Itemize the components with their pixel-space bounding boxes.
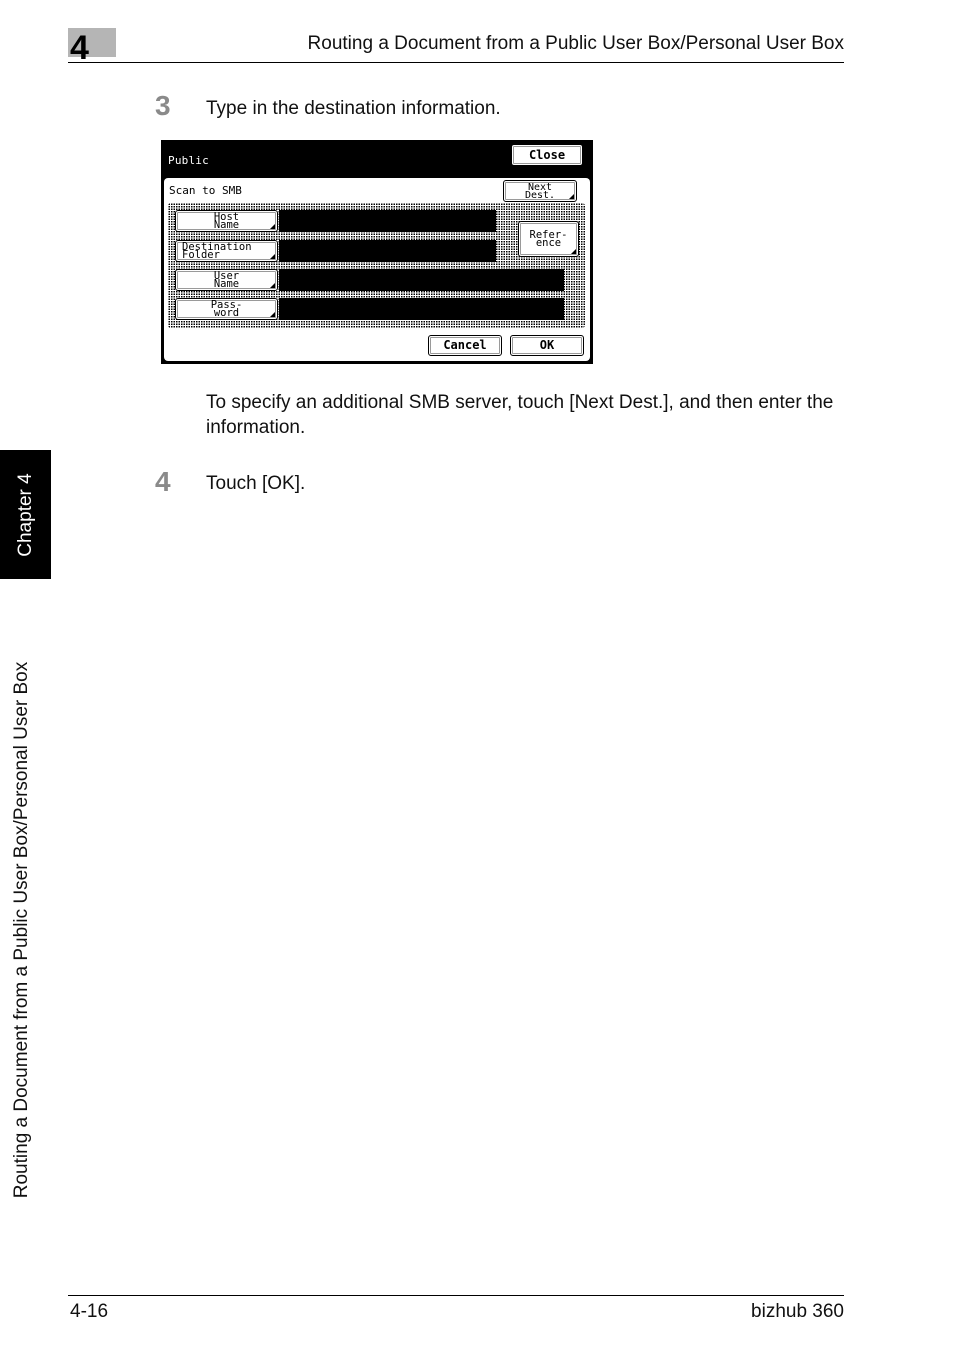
footer-divider [68, 1295, 844, 1296]
next-dest-button[interactable]: Next Dest. [503, 180, 577, 202]
page-header-title: Routing a Document from a Public User Bo… [307, 33, 844, 54]
close-button[interactable]: Close [511, 144, 583, 166]
message-line: Public [168, 154, 209, 168]
panel-body: Scan to SMB Next Dest. Host Name Destina… [164, 178, 590, 361]
host-name-field[interactable] [279, 210, 496, 232]
button-label-line: Name [213, 277, 240, 290]
corner-arrow-icon [571, 249, 576, 254]
step-number: 3 [155, 90, 171, 121]
section-label: Scan to SMB [169, 184, 242, 197]
password-field[interactable] [279, 298, 564, 320]
button-label-line: word [213, 306, 240, 319]
corner-arrow-icon [270, 254, 275, 259]
corner-arrow-icon [270, 312, 275, 317]
corner-arrow-icon [569, 194, 574, 199]
chapter-side-tab: Chapter 4 [0, 450, 51, 579]
password-button[interactable]: Pass- word [175, 298, 278, 320]
product-name: bizhub 360 [751, 1301, 844, 1322]
step-instruction: Touch [OK]. [206, 473, 306, 494]
button-label-line: Name [213, 218, 240, 231]
destination-fields-area: Host Name Destination Folder User Name P… [168, 203, 585, 328]
note-paragraph: To specify an additional SMB server, tou… [206, 392, 834, 438]
ok-button[interactable]: OK [510, 335, 584, 356]
reference-button[interactable]: Refer- ence [518, 221, 579, 257]
step-instruction: Type in the destination information. [206, 98, 501, 119]
button-label-line: ence [535, 236, 562, 249]
corner-arrow-icon [270, 224, 275, 229]
host-name-button[interactable]: Host Name [175, 210, 278, 232]
button-label-line: Dest. [524, 189, 556, 201]
cancel-button[interactable]: Cancel [428, 335, 502, 356]
header-divider [68, 62, 844, 63]
destination-folder-button[interactable]: Destination Folder [175, 240, 278, 262]
corner-arrow-icon [270, 283, 275, 288]
page-number: 4-16 [70, 1301, 109, 1322]
side-section-title: Routing a Document from a Public User Bo… [11, 661, 32, 1199]
user-name-button[interactable]: User Name [175, 269, 278, 291]
step-number: 4 [155, 466, 171, 497]
scan-to-smb-panel: Public User Box /001 Press START to send… [161, 140, 593, 364]
chapter-side-label: Chapter 4 [14, 472, 36, 557]
destination-folder-field[interactable] [279, 240, 496, 262]
user-name-field[interactable] [279, 269, 564, 291]
